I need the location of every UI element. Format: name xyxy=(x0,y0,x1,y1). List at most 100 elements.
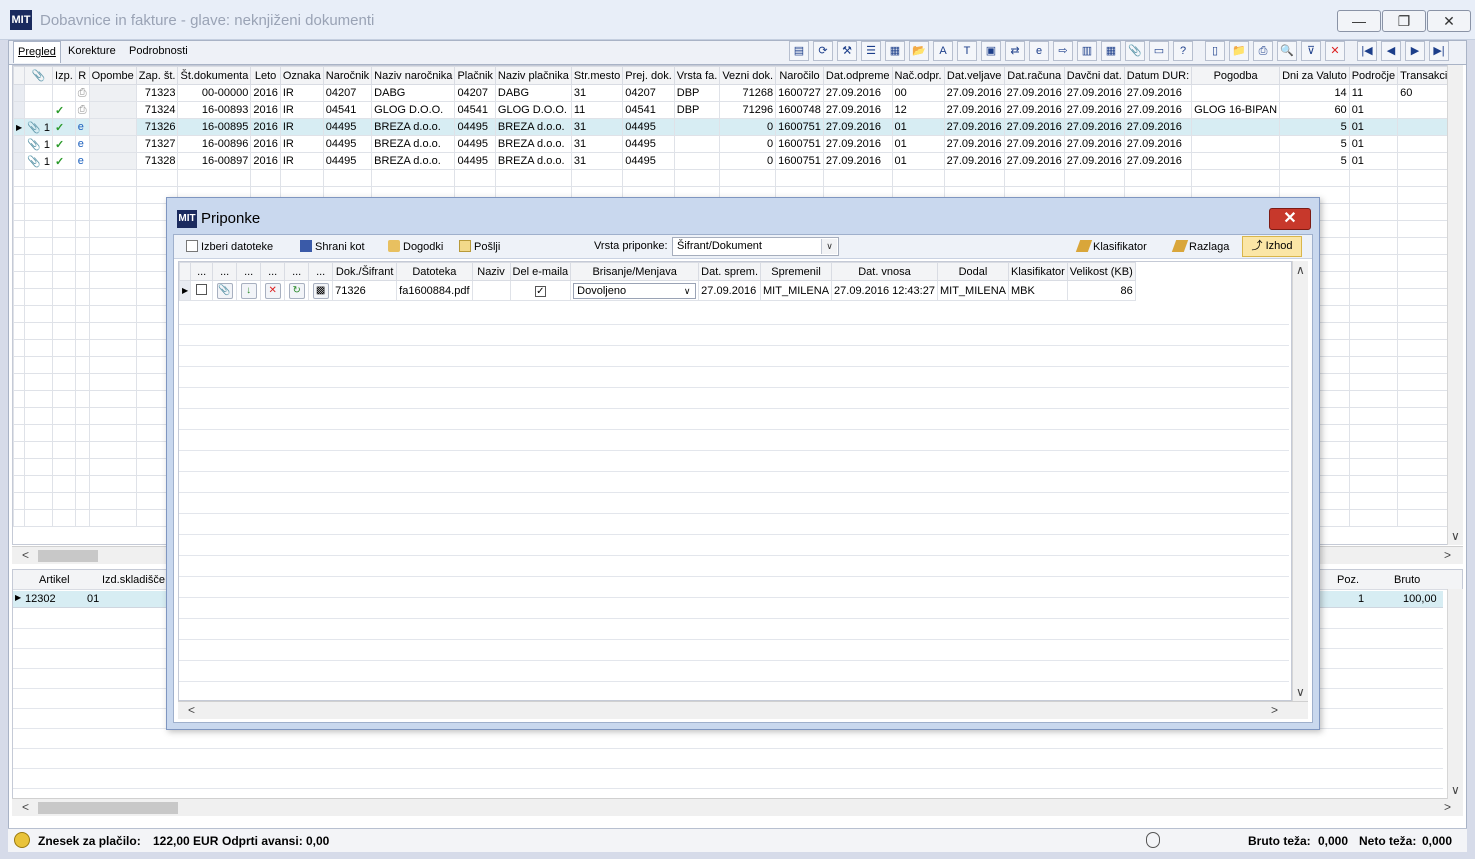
tab-korekture[interactable]: Korekture xyxy=(64,41,120,63)
shrani-kot-button[interactable]: Shrani kot xyxy=(300,240,365,253)
del-emaila-checkbox[interactable]: ✓ xyxy=(534,285,546,297)
izberi-datoteke-button[interactable]: Izberi datoteke xyxy=(186,240,273,253)
brisanje-select[interactable]: Dovoljeno ∨ xyxy=(570,280,700,301)
column-header[interactable]: R xyxy=(74,66,90,85)
attachment-count-cell[interactable]: 📎 1 xyxy=(24,135,54,153)
stamp-icon[interactable]: ▦ xyxy=(885,41,905,61)
opombe-cell[interactable] xyxy=(88,84,137,102)
column-header[interactable]: Naročnik xyxy=(322,66,373,85)
detail-scroll-down-icon[interactable]: ∨ xyxy=(1451,783,1460,797)
poslji-button[interactable]: Pošlji xyxy=(459,240,500,253)
column-header[interactable]: Št.dokumenta xyxy=(177,66,252,85)
column-header[interactable]: Prej. dok. xyxy=(622,66,675,85)
detail-scroll-left-icon[interactable]: < xyxy=(22,800,29,814)
dialog-column-header[interactable]: ... xyxy=(212,262,238,281)
column-header[interactable]: Vezni dok. xyxy=(719,66,777,85)
scroll-left-icon[interactable]: < xyxy=(22,548,29,562)
dialog-hscrollbar[interactable]: < > xyxy=(178,701,1308,719)
column-header[interactable]: Str.mesto xyxy=(570,66,624,85)
folder-icon[interactable]: 📁 xyxy=(1229,41,1249,61)
izhod-button[interactable]: ⤴ Izhod xyxy=(1242,236,1302,257)
filter-icon[interactable]: ⊽ xyxy=(1301,41,1321,61)
dialog-column-header[interactable]: ... xyxy=(260,262,286,281)
dialog-column-header[interactable]: Del e-maila xyxy=(509,262,572,281)
new-icon[interactable]: ▯ xyxy=(1205,41,1225,61)
detail-vscrollbar[interactable]: ∨ xyxy=(1447,589,1463,799)
col-artikel[interactable]: Artikel xyxy=(39,574,70,586)
prev-icon[interactable]: ◀ xyxy=(1381,41,1401,61)
chevron-down-icon[interactable]: ∨ xyxy=(680,284,694,298)
browser-icon[interactable]: e xyxy=(1029,41,1049,61)
scanner-icon[interactable]: ▩ xyxy=(312,282,329,299)
scroll-right-icon[interactable]: > xyxy=(1444,548,1451,562)
column-header[interactable]: Datum DUR: xyxy=(1123,66,1193,85)
minimize-button[interactable]: — xyxy=(1337,10,1381,32)
search-icon[interactable]: 🔍 xyxy=(1277,41,1297,61)
klasifikator-button[interactable]: Klasifikator xyxy=(1075,240,1147,253)
dialog-column-header[interactable]: Brisanje/Menjava xyxy=(570,262,700,281)
col-bruto[interactable]: Bruto xyxy=(1394,574,1420,586)
download-icon[interactable]: ↓ xyxy=(240,282,257,299)
dialog-column-header[interactable]: Velikost (KB) xyxy=(1066,262,1136,281)
dialog-column-header[interactable]: Spremenil xyxy=(760,262,833,281)
column-header[interactable]: Zap. št. xyxy=(135,66,179,85)
tab-pregled[interactable]: Pregled xyxy=(13,41,61,63)
main-vscrollbar[interactable]: ∨ xyxy=(1447,65,1463,545)
attachment-count-cell[interactable]: 📎 1 xyxy=(24,152,54,170)
dialog-column-header[interactable]: Dodal xyxy=(936,262,1009,281)
first-icon[interactable]: |◀ xyxy=(1357,41,1377,61)
column-header[interactable]: Naziv plačnika xyxy=(494,66,572,85)
dialog-scroll-down-icon[interactable]: ∨ xyxy=(1296,685,1305,699)
refresh-icon[interactable]: ⟳ xyxy=(813,41,833,61)
detail-scroll-right-icon[interactable]: > xyxy=(1444,800,1451,814)
dialog-column-header[interactable]: Klasifikator xyxy=(1007,262,1068,281)
column-header[interactable]: Leto xyxy=(250,66,281,85)
next-icon[interactable]: ▶ xyxy=(1405,41,1425,61)
dialog-column-header[interactable]: ... xyxy=(190,262,214,281)
pdf-icon[interactable]: ▣ xyxy=(981,41,1001,61)
column-header[interactable]: Področje xyxy=(1348,66,1399,85)
table-row[interactable]: ▶ 📎 1 ✓ e 71326 16-00895 2016 IR 04495 BREZA d.o.… xyxy=(13,118,1462,136)
column-header[interactable]: Opombe xyxy=(88,66,137,85)
main-hscroll-thumb[interactable] xyxy=(38,550,98,562)
copy-icon[interactable]: ▤ xyxy=(789,41,809,61)
column-header[interactable]: Dat.odpreme xyxy=(822,66,893,85)
text2-icon[interactable]: T xyxy=(957,41,977,61)
print-icon[interactable]: ⎙ xyxy=(1253,41,1273,61)
attach-icon[interactable]: 📎 xyxy=(1125,41,1145,61)
dialog-column-header[interactable]: ... xyxy=(284,262,310,281)
table-row[interactable]: ⎙ 71323 00-00000 2016 IR 04207 DABG 04207 DABG 31… xyxy=(13,84,1462,102)
text-icon[interactable]: A xyxy=(933,41,953,61)
replace-icon[interactable]: ↻ xyxy=(288,282,305,299)
col-poz[interactable]: Poz. xyxy=(1337,574,1359,586)
opombe-cell[interactable] xyxy=(88,135,137,153)
dialog-column-header[interactable]: Dok./Šifrant xyxy=(332,262,398,281)
attachment-count-cell[interactable] xyxy=(24,84,54,102)
dialog-column-header[interactable]: Dat. sprem. xyxy=(698,262,762,281)
column-header[interactable]: Plačnik xyxy=(454,66,496,85)
restore-button[interactable]: ❐ xyxy=(1382,10,1426,32)
dialog-column-header[interactable]: Datoteka xyxy=(396,262,473,281)
scroll-down-icon[interactable]: ∨ xyxy=(1451,529,1460,543)
monitor-icon[interactable]: ▭ xyxy=(1149,41,1169,61)
column-header[interactable]: Izp. xyxy=(52,66,76,85)
vrsta-priponke-select[interactable]: Šifrant/Dokument ∨ xyxy=(672,237,839,256)
attachment-count-cell[interactable] xyxy=(24,101,54,119)
dialog-scroll-left-icon[interactable]: < xyxy=(188,703,195,717)
column-header[interactable]: Davčni dat. xyxy=(1063,66,1125,85)
delete-icon[interactable]: ✕ xyxy=(1325,41,1345,61)
col-izd-skladisce[interactable]: Izd.skladišče xyxy=(102,574,165,586)
column-header[interactable]: Naziv naročnika xyxy=(371,66,456,85)
column-header[interactable]: Vrsta fa. xyxy=(673,66,721,85)
dialog-column-header[interactable]: Naziv xyxy=(471,262,511,281)
dialog-column-header[interactable]: Dat. vnosa xyxy=(831,262,938,281)
opombe-cell[interactable] xyxy=(88,152,137,170)
attachment-row[interactable]: ▶ 📎 ↓ ✕ ↻ ▩ 71326 fa1600884.pdf ✓ Dovolj… xyxy=(179,280,1136,301)
calc-icon[interactable]: ▦ xyxy=(1101,41,1121,61)
attach-icon[interactable]: 📎 xyxy=(216,282,233,299)
tab-podrobnosti[interactable]: Podrobnosti xyxy=(125,41,192,63)
table-row[interactable]: 📎 1 ✓ e 71327 16-00896 2016 IR 04495 BREZA d.o.o… xyxy=(13,135,1462,153)
dogodki-button[interactable]: Dogodki xyxy=(388,240,443,253)
chevron-down-icon[interactable]: ∨ xyxy=(821,239,837,254)
last-icon[interactable]: ▶| xyxy=(1429,41,1449,61)
